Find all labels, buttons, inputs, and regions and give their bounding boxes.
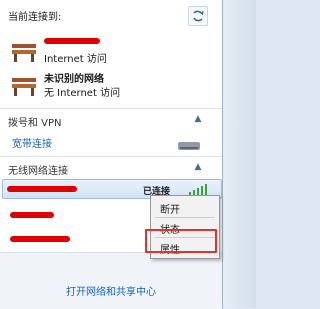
footer: 打开网络和共享中心 bbox=[0, 252, 222, 309]
chevron-up-icon[interactable]: ▲ bbox=[190, 159, 206, 175]
highlight-box bbox=[145, 229, 217, 253]
modem-icon bbox=[178, 142, 200, 150]
chevron-up-icon[interactable]: ▲ bbox=[190, 111, 206, 127]
bench-network-icon bbox=[12, 44, 36, 62]
wireless-section-header[interactable]: 无线网络连接 ▲ bbox=[0, 156, 222, 179]
refresh-button[interactable] bbox=[188, 6, 208, 26]
broadband-connection-link[interactable]: 宽带连接 bbox=[12, 135, 52, 150]
wifi-network-item[interactable] bbox=[10, 236, 70, 242]
redacted-name bbox=[44, 38, 100, 44]
open-network-center-link[interactable]: 打开网络和共享中心 bbox=[66, 283, 156, 298]
bench-network-icon bbox=[12, 78, 36, 96]
connection-name: 未识别的网络 bbox=[44, 74, 104, 85]
signal-icon bbox=[189, 183, 209, 195]
network-panel: 当前连接到: Internet 访问 未识别的网络 无 Internet 访问 bbox=[0, 0, 223, 309]
current-connection-header: 当前连接到: bbox=[8, 12, 62, 23]
menu-item-disconnect[interactable]: 断开 bbox=[152, 198, 218, 216]
connection-item[interactable]: 未识别的网络 无 Internet 访问 bbox=[10, 68, 210, 102]
section-title: 无线网络连接 bbox=[8, 166, 68, 177]
redacted-name bbox=[7, 186, 77, 192]
background-strip bbox=[223, 0, 256, 308]
connection-item[interactable]: Internet 访问 bbox=[10, 34, 210, 68]
connection-status: Internet 访问 bbox=[44, 54, 107, 65]
connection-status: 无 Internet 访问 bbox=[44, 88, 121, 99]
refresh-icon bbox=[193, 10, 204, 22]
dialup-section-header[interactable]: 拨号和 VPN ▲ bbox=[0, 108, 222, 131]
section-title: 拨号和 VPN bbox=[8, 118, 62, 129]
wifi-network-item[interactable] bbox=[10, 212, 54, 218]
